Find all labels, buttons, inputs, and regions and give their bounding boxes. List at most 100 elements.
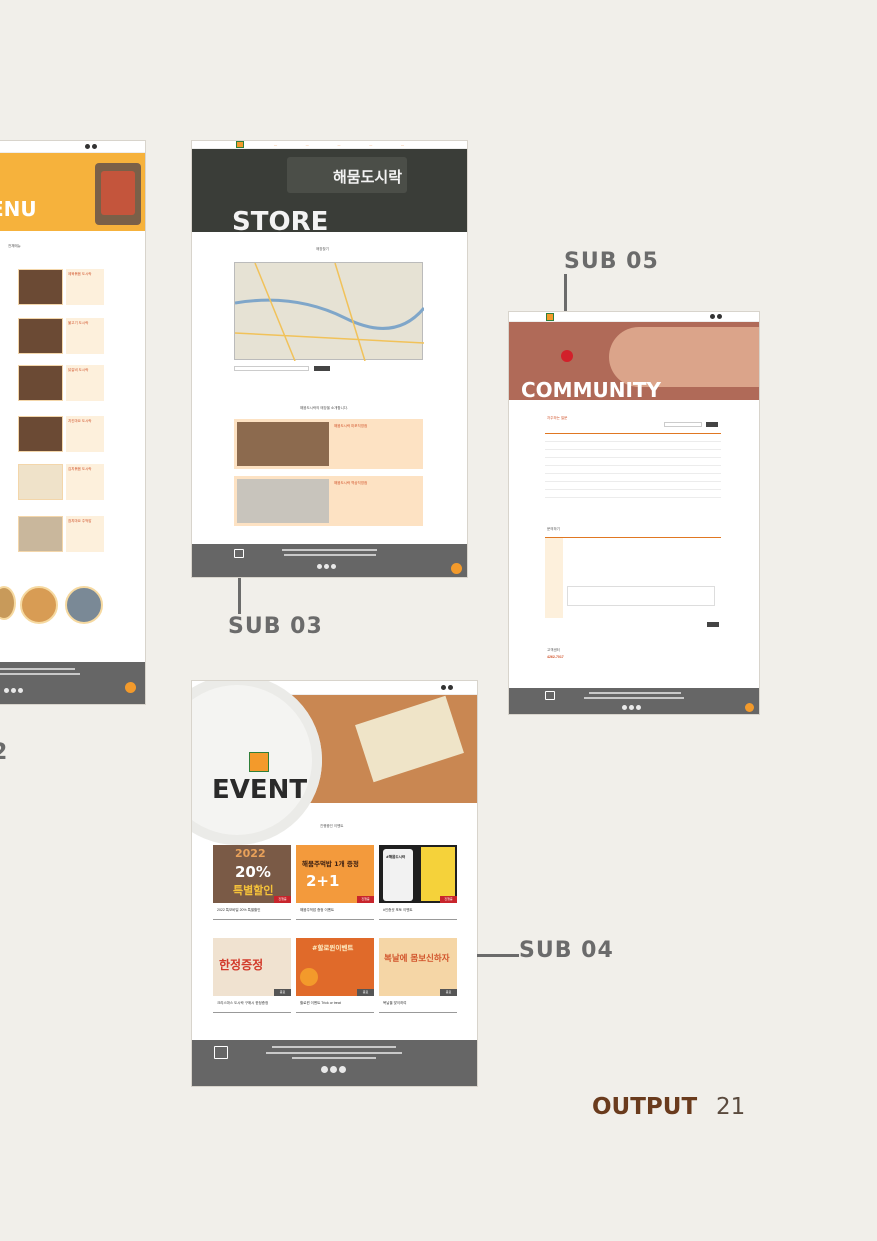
community-footer bbox=[509, 688, 759, 714]
map-roads bbox=[234, 262, 426, 362]
top-button[interactable] bbox=[451, 563, 462, 574]
store-map[interactable] bbox=[234, 262, 426, 362]
nav-item[interactable]: — bbox=[369, 143, 372, 147]
event-status-tag: 진행중 bbox=[274, 896, 291, 903]
side-menu-circle[interactable] bbox=[0, 586, 16, 620]
footer-text bbox=[292, 1057, 376, 1059]
main-nav: — — — — — bbox=[274, 143, 404, 147]
top-button[interactable] bbox=[745, 703, 754, 712]
board-search-input[interactable] bbox=[664, 422, 702, 427]
output-title: OUTPUT bbox=[592, 1094, 698, 1120]
event-title: 크리스마스 도시락 구매시 한정증정 bbox=[217, 1001, 269, 1005]
table-row[interactable] bbox=[545, 441, 721, 442]
nav-item[interactable]: — bbox=[274, 143, 277, 147]
event-banner-sub: #해뭄도시락 bbox=[386, 855, 406, 859]
event-banner: 해뭄주먹밥 1개 증정 2+1 bbox=[296, 845, 374, 903]
user-icon[interactable] bbox=[85, 144, 90, 149]
map-search-button[interactable] bbox=[314, 366, 330, 371]
brand-logo[interactable] bbox=[236, 141, 244, 148]
event-status-tag: 진행중 bbox=[440, 896, 457, 903]
chat-icon[interactable] bbox=[629, 705, 634, 710]
footer-text bbox=[0, 673, 80, 675]
menu-item-name: 김치볶음 도시락 bbox=[68, 467, 92, 471]
nav-item[interactable]: — bbox=[306, 143, 309, 147]
menu-info: 불고기 도시락 bbox=[66, 318, 104, 354]
facebook-icon[interactable] bbox=[622, 705, 627, 710]
event-title: 할로윈 이벤트 Trick or treat bbox=[300, 1001, 341, 1005]
instagram-icon[interactable] bbox=[18, 688, 23, 693]
event-title: 2022 특모바일 20% 특별할인 bbox=[217, 908, 261, 912]
map-search-input[interactable] bbox=[234, 366, 309, 371]
footer-text bbox=[0, 668, 75, 670]
menu-thumb bbox=[18, 464, 63, 500]
user-icon[interactable] bbox=[710, 314, 715, 319]
menu-item-name: 치킨마요 도시락 bbox=[68, 419, 92, 423]
table-row[interactable] bbox=[545, 489, 721, 490]
event-status-tag: 진행중 bbox=[357, 896, 374, 903]
instagram-icon[interactable] bbox=[339, 1066, 346, 1073]
login-icon[interactable] bbox=[717, 314, 722, 319]
brand-logo[interactable] bbox=[546, 313, 554, 321]
menu-hero-banner: ENU bbox=[0, 153, 145, 231]
store-header: — — — — — bbox=[192, 141, 467, 149]
sub04-label: SUB 04 bbox=[519, 938, 614, 963]
store-sign-text: 해뭄도시락 bbox=[333, 168, 403, 186]
menu-item-name: 불고기 도시락 bbox=[68, 321, 89, 325]
submit-button[interactable] bbox=[707, 622, 719, 627]
sns-links bbox=[321, 1066, 346, 1073]
menu-info: 닭갈비 도시락 bbox=[66, 365, 104, 401]
side-menu-circle[interactable] bbox=[65, 586, 103, 624]
footer-text bbox=[266, 1052, 402, 1054]
page-number: 21 bbox=[716, 1094, 746, 1120]
menu-header bbox=[0, 141, 145, 153]
table-row[interactable] bbox=[545, 449, 721, 450]
sub05-connector bbox=[564, 274, 567, 312]
login-icon[interactable] bbox=[448, 685, 453, 690]
nav-item[interactable]: — bbox=[338, 143, 341, 147]
sns-links bbox=[317, 564, 336, 569]
board-search-button[interactable] bbox=[706, 422, 718, 427]
user-icons bbox=[710, 314, 722, 319]
menu-item-name: 참치마요 주먹밥 bbox=[68, 519, 92, 523]
facebook-icon[interactable] bbox=[317, 564, 322, 569]
footer-logo bbox=[214, 1046, 228, 1059]
community-header bbox=[509, 312, 759, 322]
table-row[interactable] bbox=[545, 473, 721, 474]
login-icon[interactable] bbox=[92, 144, 97, 149]
store-card[interactable]: 해뭄도시락 역삼직영점 bbox=[234, 476, 423, 526]
event-divider bbox=[213, 919, 291, 920]
user-icon[interactable] bbox=[441, 685, 446, 690]
table-row[interactable] bbox=[545, 465, 721, 466]
chat-icon[interactable] bbox=[11, 688, 16, 693]
facebook-icon[interactable] bbox=[321, 1066, 328, 1073]
menu-thumb bbox=[18, 318, 63, 354]
table-row[interactable] bbox=[545, 457, 721, 458]
table-row[interactable] bbox=[545, 497, 721, 498]
store-section-title: 매장찾기 bbox=[316, 247, 329, 251]
nav-item[interactable]: — bbox=[401, 143, 404, 147]
cs-phone: 4262-7017 bbox=[547, 655, 564, 659]
event-banner-big: 한정증정 bbox=[219, 958, 264, 972]
menu-thumb bbox=[18, 516, 63, 552]
message-textarea[interactable] bbox=[567, 586, 715, 606]
menu-thumb bbox=[18, 416, 63, 452]
menu-section-title: 전체메뉴 bbox=[8, 244, 21, 248]
event-status-tag: 종료 bbox=[440, 989, 457, 996]
table-row[interactable] bbox=[545, 481, 721, 482]
instagram-icon[interactable] bbox=[331, 564, 336, 569]
instagram-icon[interactable] bbox=[636, 705, 641, 710]
community-hero-banner: COMMUNITY bbox=[509, 322, 759, 402]
side-menu-circle[interactable] bbox=[20, 586, 58, 624]
store-page-mockup: — — — — — 해뭄도시락 STORE 매장찾기 해뭄도시락의 매장을 소개합니다.… bbox=[192, 141, 467, 577]
chat-icon[interactable] bbox=[330, 1066, 337, 1073]
chat-icon[interactable] bbox=[324, 564, 329, 569]
facebook-icon[interactable] bbox=[4, 688, 9, 693]
menu-hero-word: ENU bbox=[0, 197, 37, 221]
store-intro: 해뭄도시락의 매장을 소개합니다. bbox=[300, 406, 348, 410]
store-card[interactable]: 해뭄도시락 마포직영점 bbox=[234, 419, 423, 469]
footer-text bbox=[284, 554, 376, 556]
pumpkin-image bbox=[300, 968, 318, 986]
board-title: 자주하는 질문 bbox=[547, 416, 568, 420]
top-button[interactable] bbox=[125, 682, 136, 693]
menu-thumb bbox=[18, 365, 63, 401]
